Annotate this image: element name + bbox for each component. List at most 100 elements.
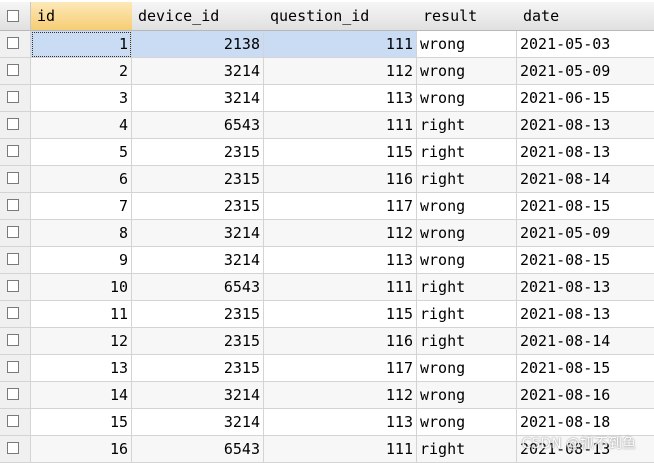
column-header-id[interactable]: id <box>31 2 138 31</box>
cell-date[interactable]: 2021-08-15 <box>517 193 654 220</box>
cell-device-id[interactable]: 3214 <box>132 58 264 85</box>
row-select-cell[interactable] <box>0 328 31 355</box>
cell-result[interactable]: wrong <box>417 355 517 382</box>
cell-date[interactable]: 2021-08-13 <box>517 301 654 328</box>
cell-question-id[interactable]: 112 <box>264 58 417 85</box>
cell-id[interactable]: 4 <box>31 112 132 139</box>
cell-date[interactable]: 2021-05-03 <box>517 31 654 58</box>
table-row[interactable]: 9 3214 113 wrong 2021-08-15 <box>0 247 654 274</box>
cell-date[interactable]: 2021-06-15 <box>517 85 654 112</box>
row-checkbox[interactable] <box>7 64 19 76</box>
cell-question-id[interactable]: 111 <box>264 112 417 139</box>
row-checkbox[interactable] <box>7 388 19 400</box>
cell-date[interactable]: 2021-05-09 <box>517 58 654 85</box>
cell-date[interactable]: 2021-08-13 <box>517 139 654 166</box>
cell-result[interactable]: right <box>417 274 517 301</box>
cell-device-id[interactable]: 3214 <box>132 409 264 436</box>
cell-result[interactable]: wrong <box>417 220 517 247</box>
row-select-cell[interactable] <box>0 274 31 301</box>
table-row[interactable]: 6 2315 116 right 2021-08-14 <box>0 166 654 193</box>
cell-date[interactable]: 2021-05-09 <box>517 220 654 247</box>
cell-id[interactable]: 11 <box>31 301 132 328</box>
cell-result[interactable]: wrong <box>417 382 517 409</box>
cell-device-id[interactable]: 6543 <box>132 274 264 301</box>
row-select-cell[interactable] <box>0 166 31 193</box>
cell-result[interactable]: wrong <box>417 409 517 436</box>
cell-id[interactable]: 16 <box>31 436 132 463</box>
cell-id[interactable]: 12 <box>31 328 132 355</box>
row-select-cell[interactable] <box>0 193 31 220</box>
table-row[interactable]: 14 3214 112 wrong 2021-08-16 <box>0 382 654 409</box>
row-select-cell[interactable] <box>0 58 31 85</box>
table-row[interactable]: 3 3214 113 wrong 2021-06-15 <box>0 85 654 112</box>
cell-device-id[interactable]: 3214 <box>132 220 264 247</box>
cell-result[interactable]: right <box>417 301 517 328</box>
row-checkbox[interactable] <box>7 415 19 427</box>
row-select-cell[interactable] <box>0 355 31 382</box>
cell-id[interactable]: 6 <box>31 166 132 193</box>
cell-id[interactable]: 7 <box>31 193 132 220</box>
row-checkbox[interactable] <box>7 91 19 103</box>
cell-device-id[interactable]: 2315 <box>132 355 264 382</box>
cell-id[interactable]: 9 <box>31 247 132 274</box>
cell-id[interactable]: 15 <box>31 409 132 436</box>
row-checkbox[interactable] <box>7 334 19 346</box>
row-checkbox[interactable] <box>7 37 19 49</box>
table-row[interactable]: 10 6543 111 right 2021-08-13 <box>0 274 654 301</box>
row-checkbox[interactable] <box>7 361 19 373</box>
cell-result[interactable]: wrong <box>417 85 517 112</box>
table-row[interactable]: 12 2315 116 right 2021-08-14 <box>0 328 654 355</box>
cell-question-id[interactable]: 117 <box>264 355 417 382</box>
cell-id[interactable]: 1 <box>31 31 132 58</box>
cell-result[interactable]: right <box>417 166 517 193</box>
cell-question-id[interactable]: 116 <box>264 328 417 355</box>
row-checkbox[interactable] <box>7 253 19 265</box>
row-select-cell[interactable] <box>0 382 31 409</box>
cell-date[interactable]: 2021-08-14 <box>517 328 654 355</box>
cell-date[interactable]: 2021-08-16 <box>517 382 654 409</box>
cell-device-id[interactable]: 3214 <box>132 85 264 112</box>
cell-date[interactable]: 2021-08-15 <box>517 247 654 274</box>
cell-question-id[interactable]: 115 <box>264 301 417 328</box>
row-select-cell[interactable] <box>0 85 31 112</box>
cell-question-id[interactable]: 112 <box>264 220 417 247</box>
column-header-device-id[interactable]: device_id <box>132 2 270 31</box>
cell-result[interactable]: right <box>417 139 517 166</box>
cell-id[interactable]: 10 <box>31 274 132 301</box>
cell-device-id[interactable]: 2315 <box>132 193 264 220</box>
row-checkbox[interactable] <box>7 145 19 157</box>
cell-result[interactable]: right <box>417 112 517 139</box>
row-select-cell[interactable] <box>0 31 31 58</box>
table-row[interactable]: 2 3214 112 wrong 2021-05-09 <box>0 58 654 85</box>
cell-id[interactable]: 2 <box>31 58 132 85</box>
cell-device-id[interactable]: 2315 <box>132 301 264 328</box>
cell-question-id[interactable]: 111 <box>264 31 417 58</box>
table-row[interactable]: 1 2138 111 wrong 2021-05-03 <box>0 31 654 58</box>
row-checkbox[interactable] <box>7 226 19 238</box>
table-row[interactable]: 8 3214 112 wrong 2021-05-09 <box>0 220 654 247</box>
cell-question-id[interactable]: 111 <box>264 274 417 301</box>
table-row[interactable]: 5 2315 115 right 2021-08-13 <box>0 139 654 166</box>
cell-question-id[interactable]: 113 <box>264 247 417 274</box>
table-row[interactable]: 15 3214 113 wrong 2021-08-18 <box>0 409 654 436</box>
row-checkbox[interactable] <box>7 172 19 184</box>
cell-device-id[interactable]: 6543 <box>132 112 264 139</box>
cell-device-id[interactable]: 2315 <box>132 139 264 166</box>
cell-result[interactable]: wrong <box>417 193 517 220</box>
cell-device-id[interactable]: 2315 <box>132 328 264 355</box>
row-checkbox[interactable] <box>7 280 19 292</box>
cell-date[interactable]: 2021-08-18 <box>517 409 654 436</box>
table-row[interactable]: 7 2315 117 wrong 2021-08-15 <box>0 193 654 220</box>
column-header-question-id[interactable]: question_id <box>264 2 423 31</box>
cell-date[interactable]: 2021-08-13 <box>517 112 654 139</box>
cell-id[interactable]: 13 <box>31 355 132 382</box>
cell-question-id[interactable]: 111 <box>264 436 417 463</box>
cell-question-id[interactable]: 113 <box>264 85 417 112</box>
cell-id[interactable]: 8 <box>31 220 132 247</box>
cell-question-id[interactable]: 115 <box>264 139 417 166</box>
cell-id[interactable]: 5 <box>31 139 132 166</box>
cell-question-id[interactable]: 117 <box>264 193 417 220</box>
cell-date[interactable]: 2021-08-13 <box>517 274 654 301</box>
cell-id[interactable]: 14 <box>31 382 132 409</box>
cell-question-id[interactable]: 113 <box>264 409 417 436</box>
